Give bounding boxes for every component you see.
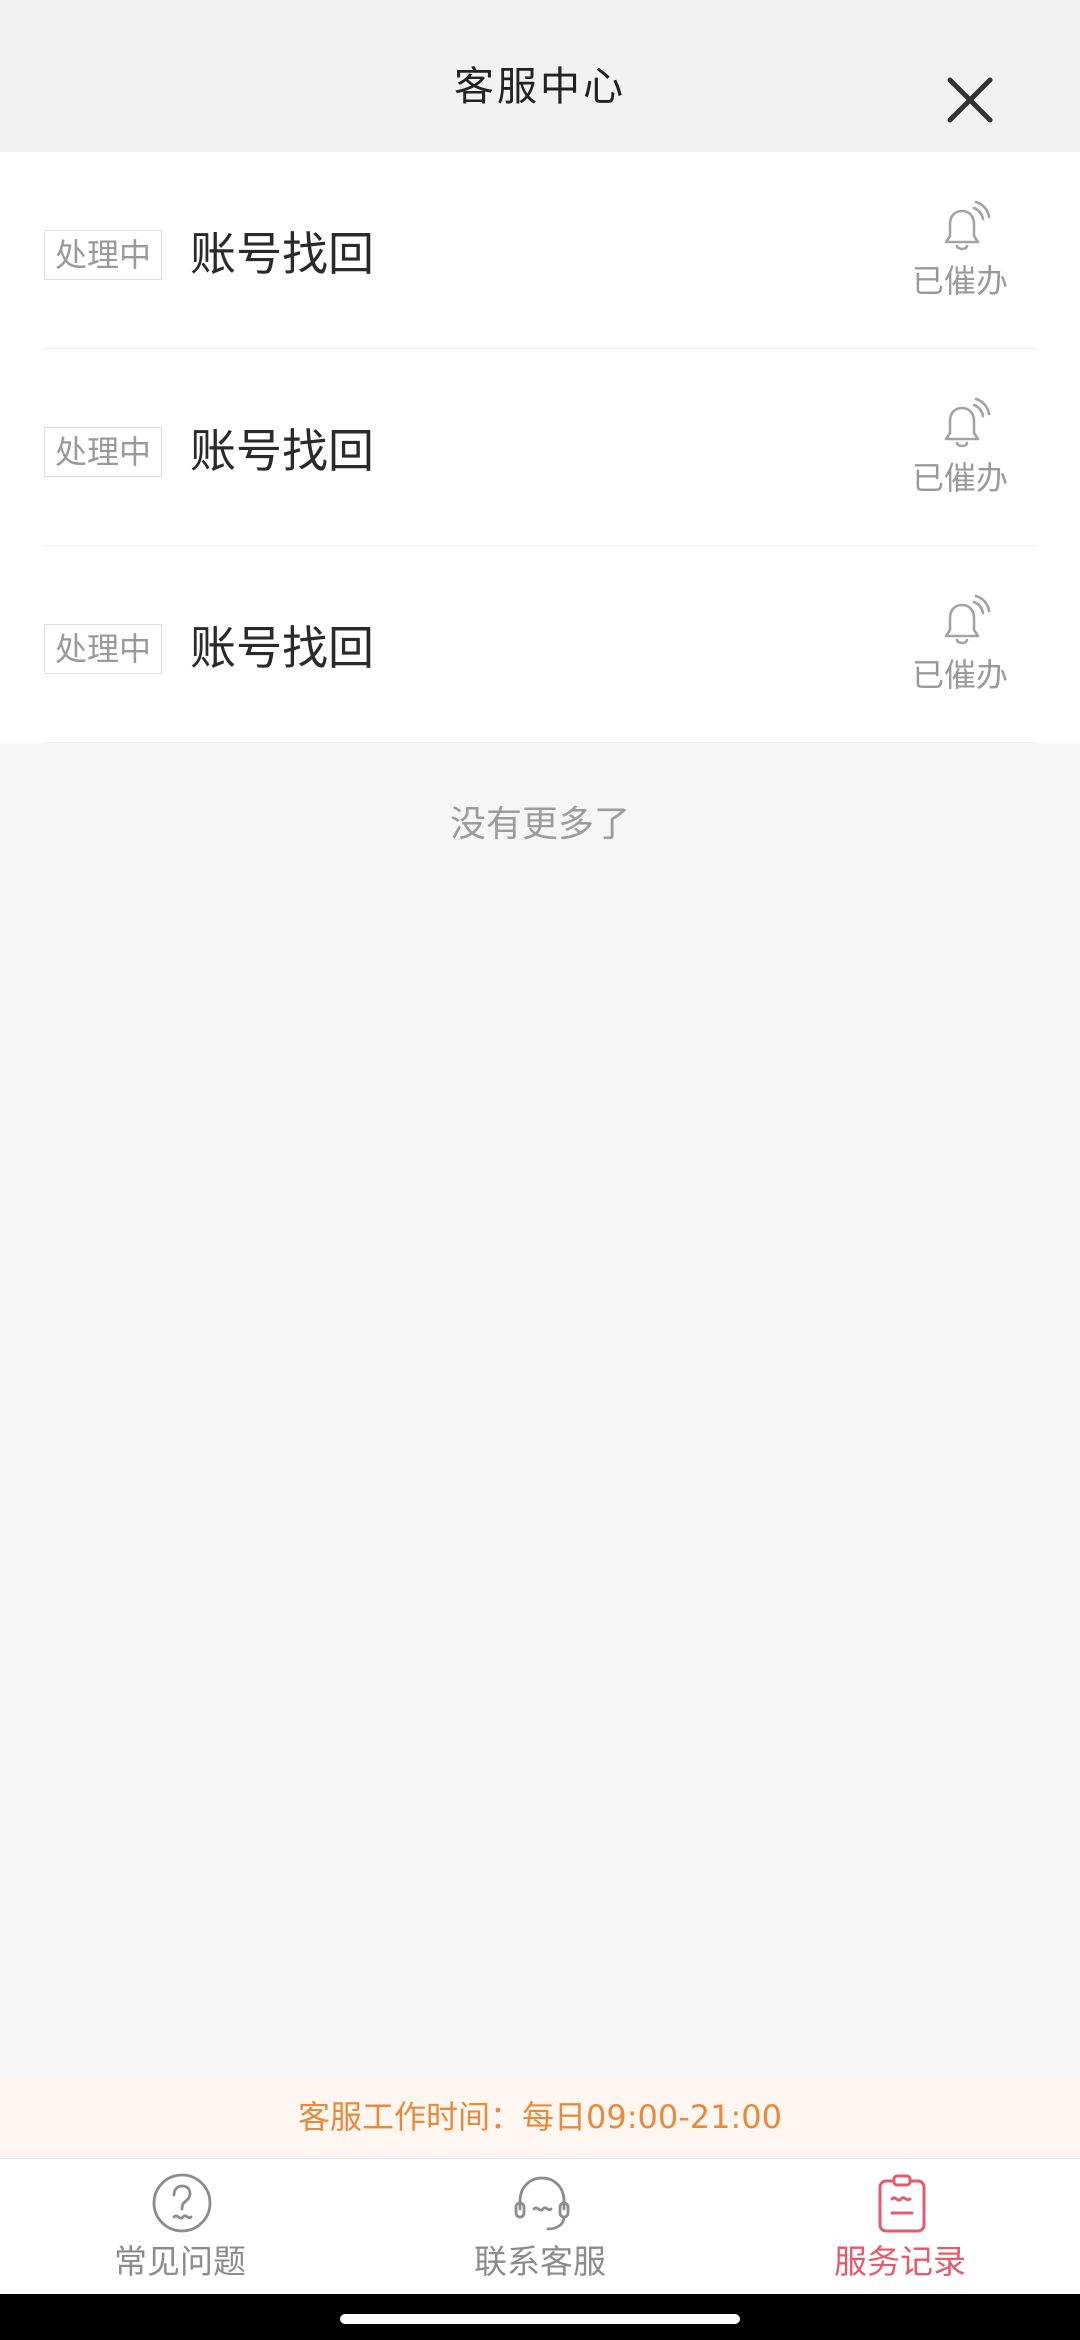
- service-record-list: 处理中 账号找回 已催办 处理中 账号找回 已催办 处理中 账号找回 已催办: [0, 152, 1080, 743]
- question-circle-icon: [152, 2173, 212, 2233]
- record-title: 账号找回: [190, 227, 374, 281]
- clipboard-icon: [878, 2174, 926, 2233]
- tab-contact-service[interactable]: 联系客服: [360, 2159, 720, 2295]
- remind-button[interactable]: 已催办: [900, 395, 1020, 505]
- remind-label: 已催办: [911, 459, 1008, 497]
- tab-service-records[interactable]: 服务记录: [720, 2159, 1080, 2295]
- status-badge: 处理中: [44, 427, 162, 477]
- close-icon: [947, 77, 993, 123]
- bottom-tab-bar: 常见问题 联系客服 服务记录: [0, 2158, 1080, 2294]
- header-bar: 客服中心: [0, 0, 1080, 152]
- system-gesture-bar: [0, 2294, 1080, 2340]
- bell-ringing-icon: [944, 397, 991, 448]
- tab-label: 常见问题: [114, 2242, 246, 2281]
- bell-ringing-icon: [944, 594, 991, 645]
- tab-label: 服务记录: [834, 2242, 966, 2281]
- remind-label: 已催办: [911, 262, 1008, 300]
- record-item[interactable]: 处理中 账号找回 已催办: [0, 546, 1080, 743]
- record-item[interactable]: 处理中 账号找回 已催办: [0, 152, 1080, 349]
- service-hours-banner: 客服工作时间：每日09:00-21:00: [0, 2076, 1080, 2158]
- tab-faq[interactable]: 常见问题: [0, 2159, 360, 2295]
- remind-button[interactable]: 已催办: [900, 592, 1020, 702]
- status-badge: 处理中: [44, 624, 162, 674]
- record-title: 账号找回: [190, 621, 374, 675]
- record-item[interactable]: 处理中 账号找回 已催办: [0, 349, 1080, 546]
- status-badge: 处理中: [44, 230, 162, 280]
- close-button[interactable]: [940, 70, 1000, 130]
- record-title: 账号找回: [190, 424, 374, 478]
- page-title: 客服中心: [454, 64, 626, 110]
- tab-label: 联系客服: [474, 2242, 606, 2281]
- remind-button[interactable]: 已催办: [900, 198, 1020, 308]
- bell-ringing-icon: [944, 200, 991, 251]
- remind-label: 已催办: [911, 656, 1008, 694]
- home-indicator[interactable]: [340, 2314, 740, 2324]
- list-end-text: 没有更多了: [449, 804, 630, 845]
- headset-icon: [514, 2176, 570, 2231]
